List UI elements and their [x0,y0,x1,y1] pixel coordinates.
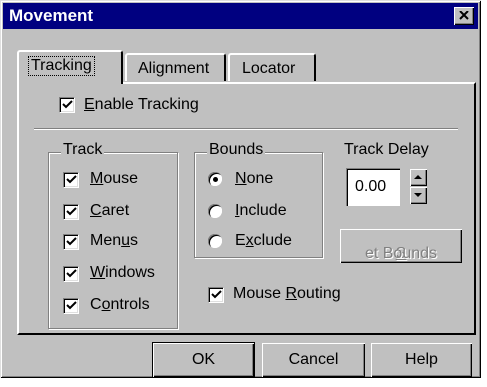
track-delay-label: Track Delay [344,141,429,158]
track-menus-checkbox[interactable] [63,234,79,250]
checkmark-icon [62,100,73,109]
checkmark-icon [66,237,77,246]
track-caret-label: Caret [90,202,130,219]
track-delay-up-button[interactable] [410,169,427,186]
tab-locator[interactable]: Locator [228,53,316,81]
track-controls-checkbox[interactable] [63,298,79,314]
enable-tracking-label: Enable Tracking [84,96,199,113]
track-menus-label: Menus [90,232,139,249]
tab-tracking-label: Tracking [28,56,95,76]
close-button[interactable] [454,7,474,25]
track-controls-label: Controls [90,296,150,313]
mouse-routing-label: Mouse Routing [233,285,341,302]
ok-button[interactable]: OK [152,342,255,378]
bounds-none-radio[interactable] [208,172,222,186]
enable-tracking-checkbox[interactable] [59,97,75,113]
separator [34,128,458,130]
track-mouse-checkbox[interactable] [63,172,79,188]
cancel-label: Cancel [288,351,339,368]
movement-dialog: Movement Tracking Alignment Locator Enab… [0,0,481,378]
tab-alignment-label: Alignment [138,60,210,77]
bounds-exclude-radio[interactable] [208,234,222,248]
checkmark-icon [66,301,77,310]
help-button[interactable]: Help [371,343,472,377]
tab-tracking[interactable]: Tracking [17,50,123,84]
tab-alignment[interactable]: Alignment [125,53,226,81]
checkmark-icon [66,207,77,216]
bounds-none-label: None [235,170,274,187]
bounds-group-title: Bounds [207,141,266,159]
bounds-include-radio[interactable] [208,204,222,218]
checkmark-icon [211,290,222,299]
set-bounds-button[interactable]: Set Bounds [340,229,462,263]
track-windows-label: Windows [90,264,155,281]
arrow-down-icon [414,193,422,197]
help-label: Help [405,351,438,368]
checkmark-icon [66,269,77,278]
window-title: Movement [9,6,94,25]
track-windows-checkbox[interactable] [63,266,79,282]
track-delay-value: 0.00 [355,178,387,195]
track-group-title: Track [61,141,105,159]
bounds-exclude-label: Exclude [235,232,292,249]
track-delay-down-button[interactable] [410,187,427,204]
close-icon [459,11,469,20]
cancel-button[interactable]: Cancel [262,343,365,377]
checkmark-icon [66,175,77,184]
track-mouse-label: Mouse [90,170,139,187]
track-delay-input[interactable]: 0.00 [346,168,400,206]
mouse-routing-checkbox[interactable] [208,287,224,303]
tab-locator-label: Locator [242,60,296,77]
ok-label: OK [191,351,216,368]
arrow-up-icon [414,175,422,179]
bounds-include-label: Include [235,202,287,219]
track-caret-checkbox[interactable] [63,204,79,220]
title-bar: Movement [3,3,478,29]
